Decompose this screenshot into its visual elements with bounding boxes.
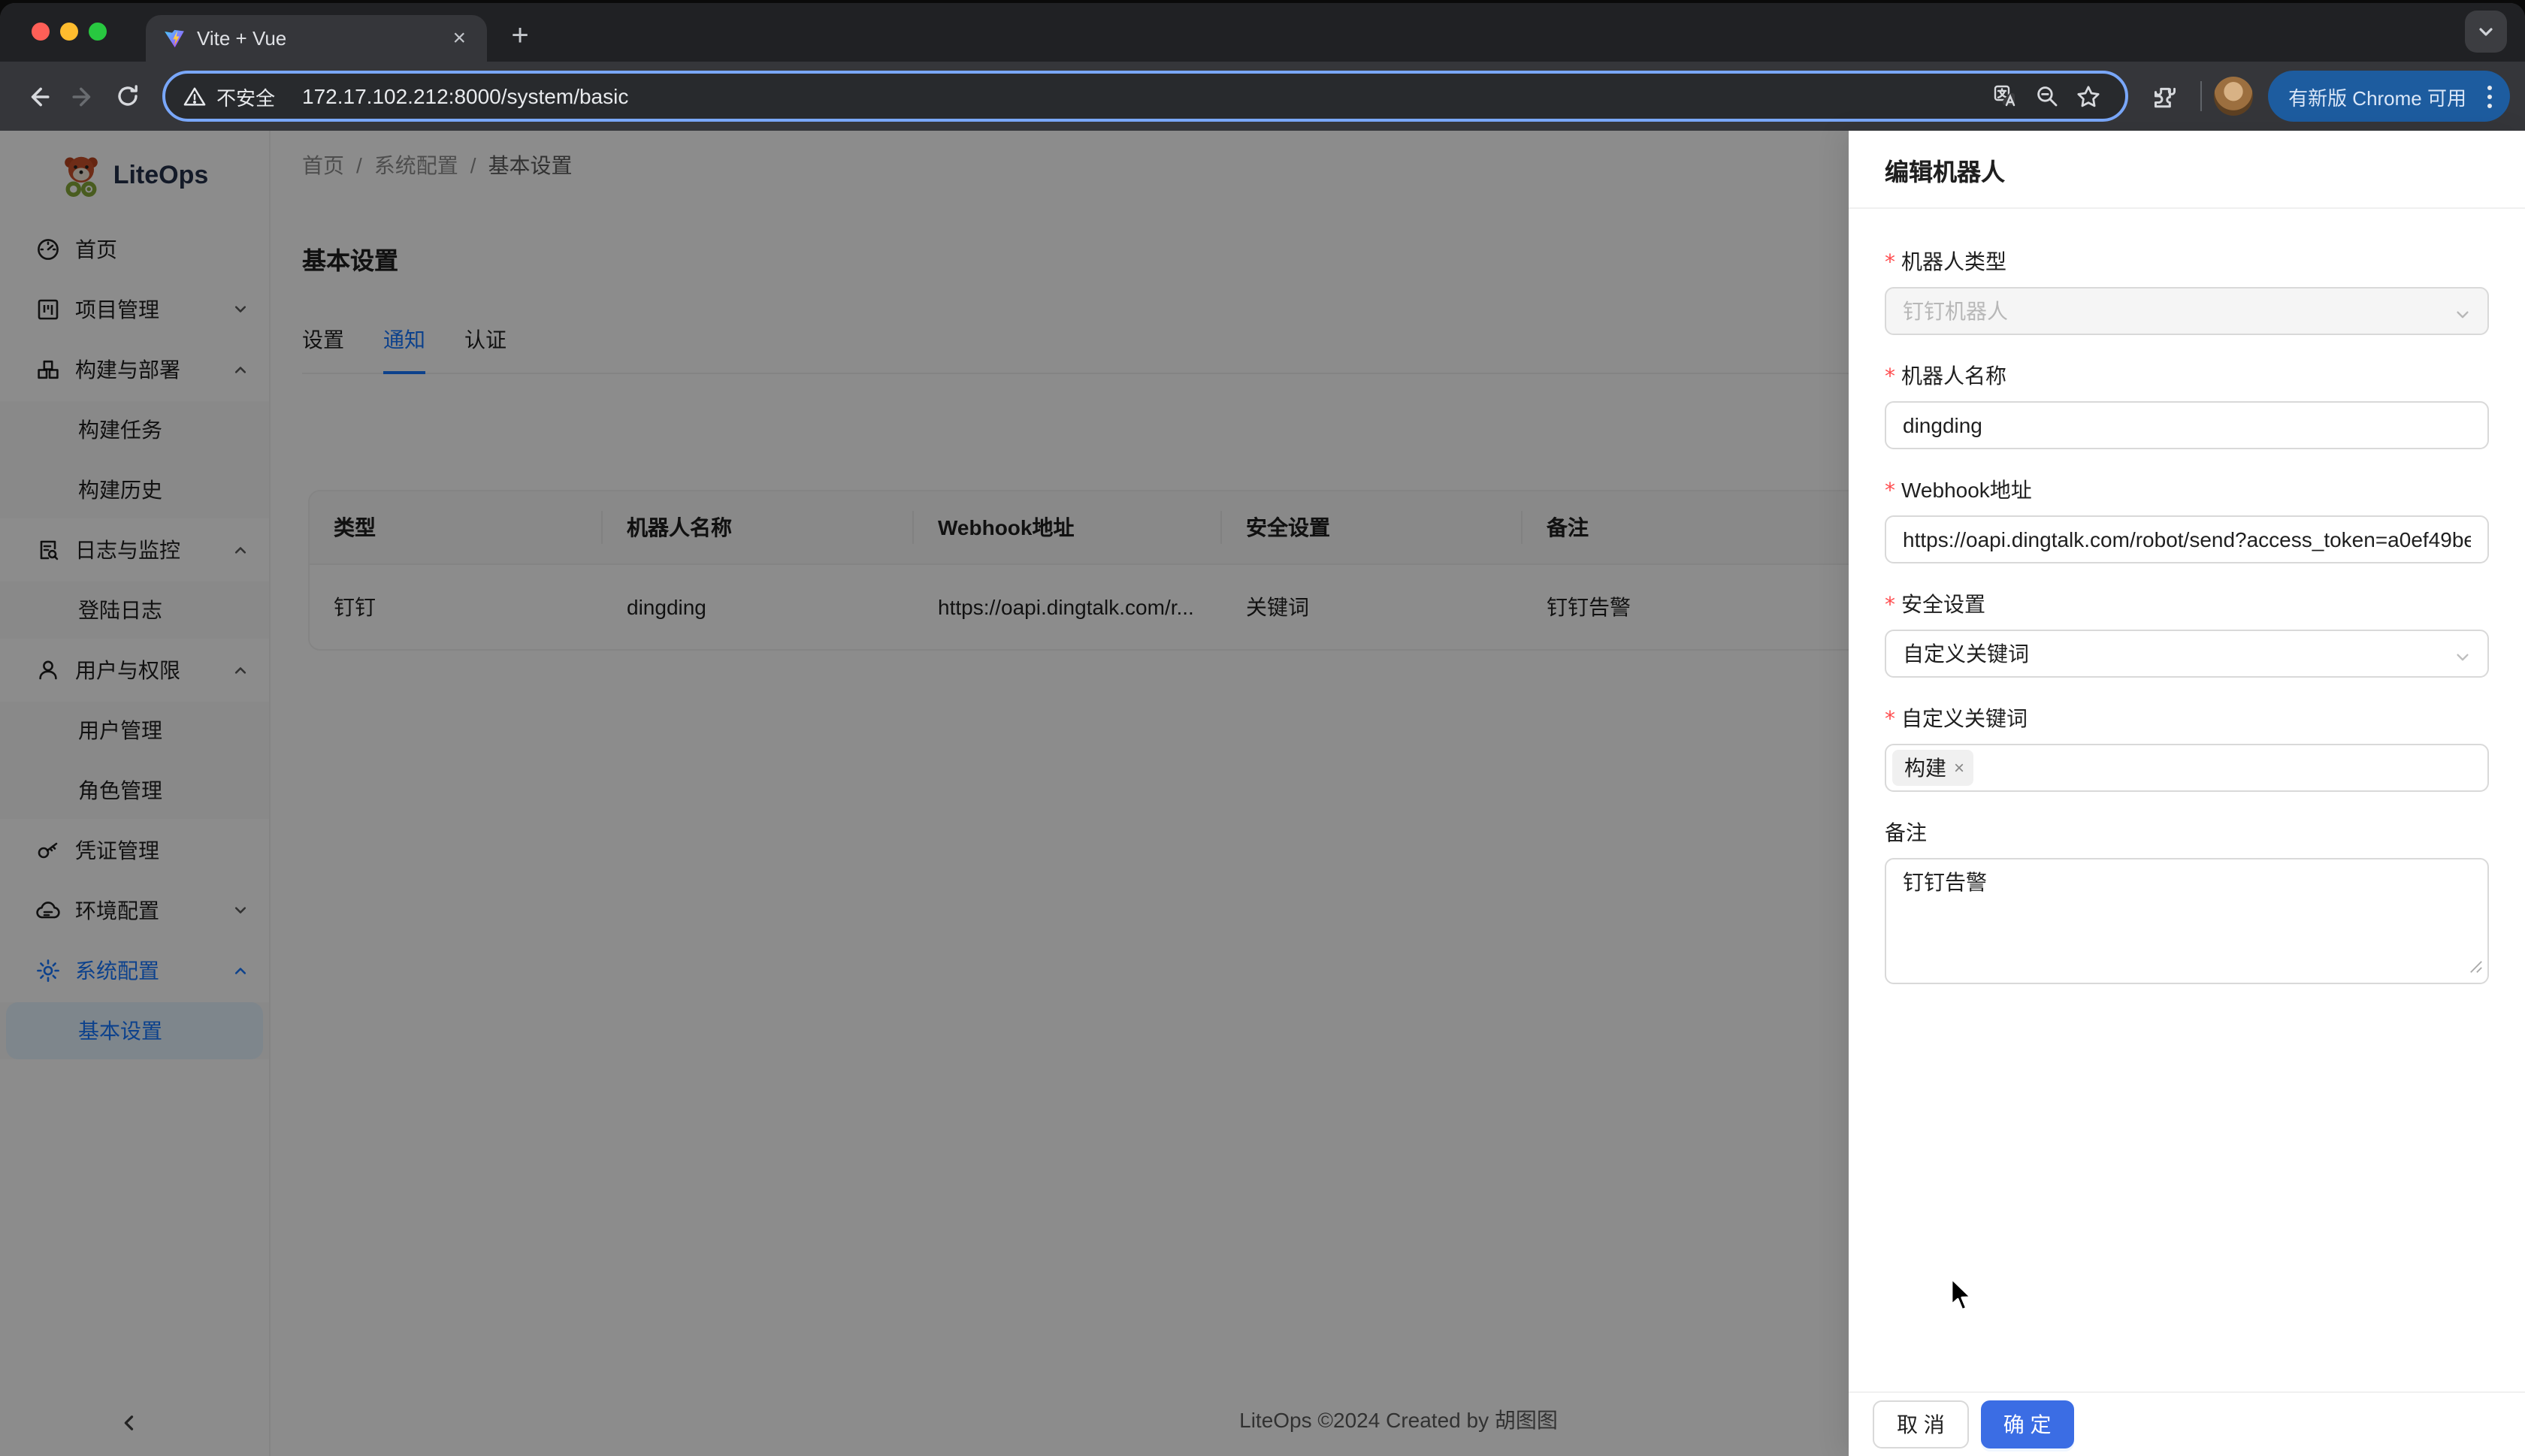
resize-handle-icon[interactable] [2469,954,2483,978]
robot-type-select[interactable]: 钉钉机器人 [1885,287,2489,335]
drawer-footer: 取 消 确 定 [1849,1391,2525,1456]
drawer-form: 机器人类型 钉钉机器人 机器人名称 dingding [1849,209,2525,1044]
translate-icon[interactable] [1983,75,2025,117]
security-label[interactable]: 不安全 [216,82,275,110]
remark-value: 钉钉告警 [1903,870,1987,894]
robot-type-label: 机器人类型 [1885,245,2489,278]
security-value: 自定义关键词 [1903,642,2029,666]
robot-name-input[interactable]: dingding [1885,401,2489,449]
forward-icon[interactable] [60,74,105,119]
reload-icon[interactable] [105,74,150,119]
edit-robot-drawer: 编辑机器人 机器人类型 钉钉机器人 机器人名称 [1849,131,2525,1456]
maximize-window-button[interactable] [89,23,107,41]
toolbar-divider [2200,81,2202,111]
keywords-label: 自定义关键词 [1885,702,2489,735]
remark-textarea[interactable]: 钉钉告警 [1885,858,2489,984]
confirm-button[interactable]: 确 定 [1980,1400,2074,1448]
field-keywords: 自定义关键词 构建 × [1885,702,2489,792]
remark-label: 备注 [1885,820,1927,844]
keyword-tag: 构建 × [1892,750,1974,786]
close-window-button[interactable] [32,23,50,41]
bookmark-star-icon[interactable] [2067,75,2109,117]
tag-close-icon[interactable]: × [1954,759,1964,777]
webhook-value: https://oapi.dingtalk.com/robot/send?acc… [1903,527,2471,551]
field-webhook: Webhook地址 https://oapi.dingtalk.com/robo… [1885,473,2489,563]
field-robot-name: 机器人名称 dingding [1885,359,2489,449]
screen: Vite + Vue × + 不安全 172.17.102.212:8000/s… [0,0,2525,1456]
url-bar[interactable]: 不安全 172.17.102.212:8000/system/basic [162,71,2128,122]
browser-tab[interactable]: Vite + Vue × [146,15,487,62]
security-label: 安全设置 [1885,588,2489,621]
minimize-window-button[interactable] [60,23,78,41]
browser-window: Vite + Vue × + 不安全 172.17.102.212:8000/s… [0,3,2525,1456]
tab-strip: Vite + Vue × + [0,3,2525,62]
back-icon[interactable] [15,74,60,119]
robot-name-value: dingding [1903,413,1982,437]
profile-avatar[interactable] [2213,77,2253,116]
field-remark: 备注 钉钉告警 [1885,816,2489,984]
cancel-button[interactable]: 取 消 [1873,1400,1969,1448]
not-secure-warning-icon [183,85,206,107]
webhook-label: Webhook地址 [1885,473,2489,506]
window-controls [32,23,107,41]
chrome-update-button[interactable]: 有新版 Chrome 可用 [2267,71,2510,122]
tab-search-chevron-icon[interactable] [2465,11,2507,53]
vite-favicon-icon [164,28,185,49]
tab-close-icon[interactable]: × [446,26,472,51]
extensions-puzzle-icon[interactable] [2142,74,2188,119]
drawer-title: 编辑机器人 [1849,131,2525,209]
robot-name-label: 机器人名称 [1885,359,2489,392]
browser-menu-kebab-icon[interactable] [2481,85,2498,107]
url-text[interactable]: 172.17.102.212:8000/system/basic [302,84,1983,108]
keyword-tag-text: 构建 [1904,756,1946,780]
zoom-out-icon[interactable] [2025,75,2067,117]
browser-toolbar: 不安全 172.17.102.212:8000/system/basic 有新版… [0,62,2525,131]
app-root: LiteOps 首页 项目管理 构建与部署 构建任务 构建历史 日志与监控 登陆… [0,131,2525,1456]
tab-title: Vite + Vue [197,27,287,50]
chevron-down-icon [2454,304,2471,328]
field-robot-type: 机器人类型 钉钉机器人 [1885,245,2489,335]
robot-type-value: 钉钉机器人 [1903,299,2008,323]
chevron-down-icon [2454,646,2471,670]
chrome-update-label: 有新版 Chrome 可用 [2288,86,2466,109]
new-tab-button[interactable]: + [499,15,541,57]
field-security: 安全设置 自定义关键词 [1885,588,2489,678]
webhook-input[interactable]: https://oapi.dingtalk.com/robot/send?acc… [1885,515,2489,563]
keywords-multiselect[interactable]: 构建 × [1885,744,2489,792]
mouse-cursor [1949,1277,1975,1321]
security-select[interactable]: 自定义关键词 [1885,630,2489,678]
